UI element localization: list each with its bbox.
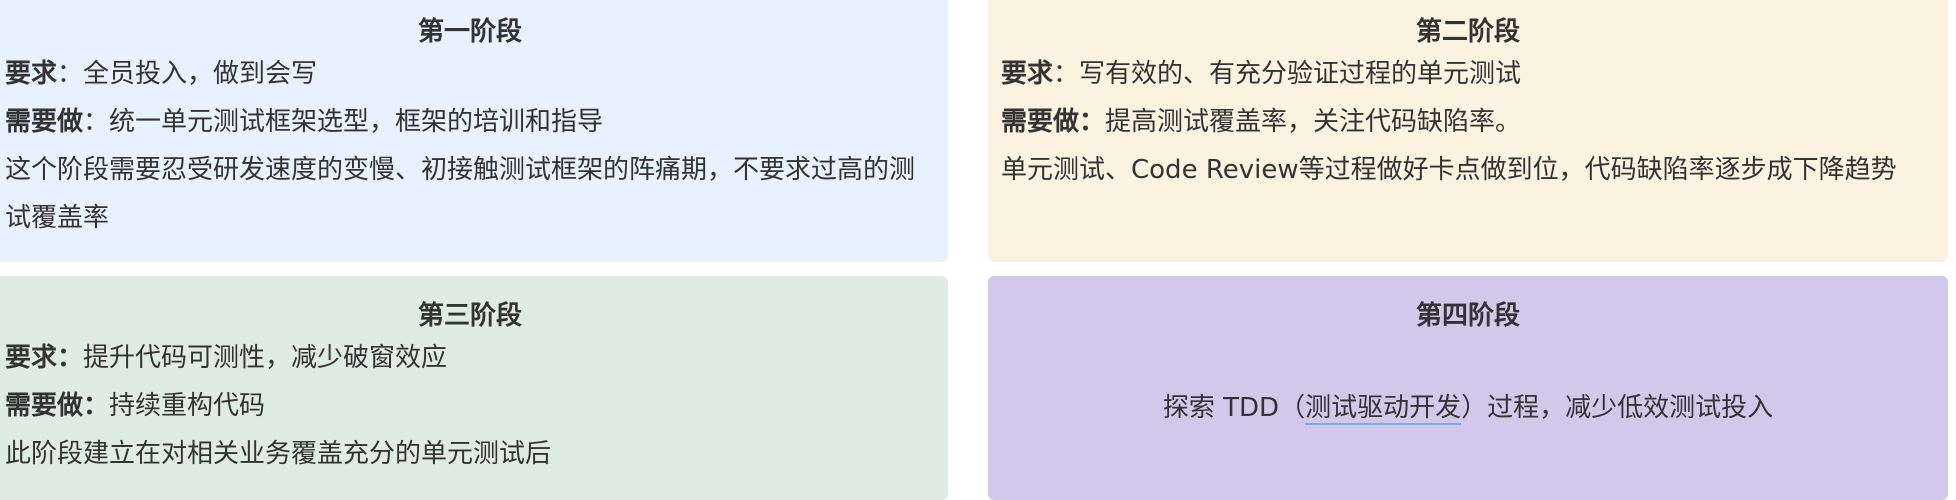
todo-text: 持续重构代码 [109,391,266,421]
stage-2-title: 第二阶段 [1415,17,1520,47]
stage-3-requirement: 要求：提升代码可测性，减少破窗效应 [5,334,924,382]
stage-1-card: 第一阶段 要求：全员投入，做到会写 需要做：统一单元测试框架选型，框架的培训和指… [0,0,948,262]
todo-label: 需要做： [1001,107,1106,137]
stage-3-title: 第三阶段 [417,301,522,331]
requirement-text: ：全员投入，做到会写 [57,59,318,89]
stage-4-card: 第四阶段 探索 TDD（测试驱动开发）过程，减少低效测试投入 [988,276,1948,500]
stage-2-note: 单元测试、Code Review等过程做好卡点做到位，代码缺陷率逐步成下降趋势 [1001,155,1897,185]
tdd-term-link[interactable]: 测试驱动开发 [1305,393,1462,425]
stage-3-body: 要求：提升代码可测性，减少破窗效应 需要做：持续重构代码 此阶段建立在对相关业务… [5,334,924,478]
stage-1-todo: 需要做：统一单元测试框架选型，框架的培训和指导 [5,98,924,146]
stage-3-todo: 需要做：持续重构代码 [5,382,924,430]
stage-1-requirement: 要求：全员投入，做到会写 [5,50,924,98]
stage-1-note: 这个阶段需要忍受研发速度的变慢、初接触测试框架的阵痛期，不要求过高的测试覆盖率 [5,155,916,233]
requirement-label: 要求 [5,59,58,89]
todo-label: 需要做： [5,391,110,421]
requirement-text: 提升代码可测性，减少破窗效应 [83,343,448,373]
stage-4-text-before: 探索 TDD（ [1162,393,1306,423]
todo-label: 需要做 [5,107,84,137]
stage-2-requirement: 要求：写有效的、有充分验证过程的单元测试 [1001,50,1924,98]
stage-1-body: 要求：全员投入，做到会写 需要做：统一单元测试框架选型，框架的培训和指导 这个阶… [5,50,924,242]
stage-3-note: 此阶段建立在对相关业务覆盖充分的单元测试后 [5,439,552,469]
stage-3-card: 第三阶段 要求：提升代码可测性，减少破窗效应 需要做：持续重构代码 此阶段建立在… [0,276,948,500]
stage-4-text: 探索 TDD（测试驱动开发）过程，减少低效测试投入 [988,388,1948,428]
stage-4-title: 第四阶段 [1415,301,1520,331]
stage-1-title: 第一阶段 [417,17,522,47]
stage-4-text-after: ）过程，减少低效测试投入 [1461,393,1774,423]
stage-2-todo: 需要做：提高测试覆盖率，关注代码缺陷率。 [1001,98,1924,146]
stage-2-card: 第二阶段 要求：写有效的、有充分验证过程的单元测试 需要做：提高测试覆盖率，关注… [988,0,1948,262]
todo-text: 提高测试覆盖率，关注代码缺陷率。 [1105,107,1522,137]
requirement-label: 要求： [5,343,84,373]
todo-text: ：统一单元测试框架选型，框架的培训和指导 [83,107,604,137]
stage-2-body: 要求：写有效的、有充分验证过程的单元测试 需要做：提高测试覆盖率，关注代码缺陷率… [1001,50,1924,194]
requirement-label: 要求 [1001,59,1054,89]
requirement-text: ：写有效的、有充分验证过程的单元测试 [1053,59,1522,89]
